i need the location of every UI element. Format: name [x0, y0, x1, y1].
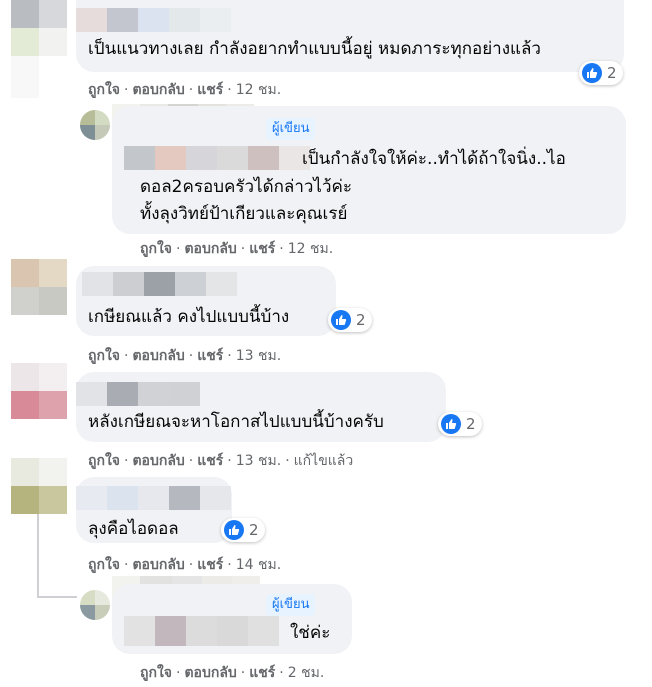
avatar[interactable]: [11, 0, 67, 56]
commenter-name[interactable]: [124, 616, 279, 646]
reaction-count[interactable]: 2: [328, 308, 372, 332]
share-button[interactable]: แชร์: [197, 82, 223, 98]
comment-text: ใช่ค่ะ: [290, 623, 331, 643]
share-button[interactable]: แชร์: [197, 453, 223, 469]
comment-text: เกษียณแล้ว คงไปแบบนี้บ้าง: [88, 307, 290, 327]
author-avatar[interactable]: [80, 110, 110, 140]
separator: ·: [188, 557, 194, 573]
reaction-count-value: 2: [356, 311, 366, 329]
separator: ·: [279, 241, 284, 257]
like-button[interactable]: ถูกใจ: [88, 82, 120, 98]
avatar[interactable]: [11, 458, 67, 514]
separator: ·: [176, 665, 181, 681]
separator: ·: [285, 453, 290, 469]
timestamp[interactable]: 2 ชม.: [288, 665, 325, 681]
timestamp[interactable]: 12 ชม.: [288, 241, 333, 257]
commenter-name[interactable]: [124, 146, 310, 170]
avatar[interactable]: [11, 363, 67, 419]
separator: ·: [124, 453, 129, 469]
separator: ·: [176, 241, 181, 257]
reaction-count[interactable]: 2: [221, 518, 265, 542]
share-button[interactable]: แชร์: [249, 665, 275, 681]
comment-actions: ถูกใจ · ตอบกลับ · แชร์ · 12 ชม.: [140, 238, 333, 260]
reply-button[interactable]: ตอบกลับ: [132, 82, 184, 98]
comment-actions: ถูกใจ · ตอบกลับ · แชร์ · 14 ชม.: [88, 554, 281, 576]
comment-text: หลังเกษียณจะหาโอกาสไปแบบนี้บ้างครับ: [88, 412, 384, 432]
comment-text: เป็นแนวทางเลย กำลังอยากทำแบบนี้อยู่ หมดภ…: [88, 39, 541, 59]
reaction-count-value: 2: [249, 521, 259, 539]
commenter-name[interactable]: [76, 382, 200, 406]
comment-actions: ถูกใจ · ตอบกลับ · แชร์ · 13 ชม.: [88, 345, 281, 367]
blurred-fragment: [11, 56, 39, 98]
share-button[interactable]: แชร์: [249, 241, 275, 257]
separator: ·: [227, 82, 232, 98]
reply-button[interactable]: ตอบกลับ: [184, 665, 236, 681]
separator: ·: [240, 241, 246, 257]
comment-actions: ถูกใจ · ตอบกลับ · แชร์ · 2 ชม.: [140, 662, 324, 684]
separator: ·: [240, 665, 246, 681]
reaction-count[interactable]: 2: [579, 61, 623, 85]
timestamp[interactable]: 13 ชม.: [236, 348, 281, 364]
separator: ·: [227, 453, 232, 469]
like-button[interactable]: ถูกใจ: [88, 557, 120, 573]
author-avatar[interactable]: [80, 590, 110, 620]
timestamp[interactable]: 13 ชม.: [236, 453, 281, 469]
share-button[interactable]: แชร์: [197, 348, 223, 364]
comment-text-line: ทั้งลุงวิทย์ป้าเกียวและคุณเรย์: [140, 204, 348, 224]
separator: ·: [188, 348, 194, 364]
comment-text-line: เป็นกำลังใจให้ค่ะ..ทำได้ถ้าใจนิ่ง..ไอ: [302, 149, 566, 169]
commenter-name[interactable]: [76, 8, 231, 32]
commenter-name[interactable]: [76, 486, 231, 510]
like-icon: [582, 63, 602, 83]
like-icon: [441, 414, 461, 434]
separator: ·: [124, 557, 129, 573]
avatar[interactable]: [11, 259, 67, 315]
reply-button[interactable]: ตอบกลับ: [184, 241, 236, 257]
comment-text-line: ดอล2ครอบครัวได้กล่าวไว้ค่ะ: [140, 177, 353, 197]
separator: ·: [124, 348, 129, 364]
separator: ·: [124, 82, 129, 98]
reply-button[interactable]: ตอบกลับ: [132, 557, 184, 573]
separator: ·: [227, 348, 232, 364]
reply-button[interactable]: ตอบกลับ: [132, 348, 184, 364]
author-badge: ผู้เขียน: [266, 118, 316, 140]
reaction-count-value: 2: [607, 64, 617, 82]
comment-actions: ถูกใจ · ตอบกลับ · แชร์ · 12 ชม.: [88, 79, 281, 101]
like-button[interactable]: ถูกใจ: [140, 665, 172, 681]
timestamp[interactable]: 12 ชม.: [236, 82, 281, 98]
like-icon: [224, 520, 244, 540]
thread-line: [37, 596, 77, 598]
share-button[interactable]: แชร์: [197, 557, 223, 573]
reaction-count-value: 2: [466, 415, 476, 433]
reply-button[interactable]: ตอบกลับ: [132, 453, 184, 469]
separator: ·: [188, 82, 194, 98]
reaction-count[interactable]: 2: [438, 412, 482, 436]
like-button[interactable]: ถูกใจ: [140, 241, 172, 257]
author-badge: ผู้เขียน: [266, 594, 316, 616]
timestamp[interactable]: 14 ชม.: [236, 557, 281, 573]
separator: ·: [188, 453, 194, 469]
edited-label[interactable]: แก้ไขแล้ว: [294, 453, 354, 469]
like-button[interactable]: ถูกใจ: [88, 453, 120, 469]
like-icon: [331, 310, 351, 330]
comment-actions: ถูกใจ · ตอบกลับ · แชร์ · 13 ชม. · แก้ไขแล้ว: [88, 450, 353, 472]
like-button[interactable]: ถูกใจ: [88, 348, 120, 364]
commenter-name[interactable]: [82, 272, 237, 296]
comment-text: ลุงคือไอดอล: [88, 519, 179, 539]
separator: ·: [279, 665, 284, 681]
separator: ·: [227, 557, 232, 573]
